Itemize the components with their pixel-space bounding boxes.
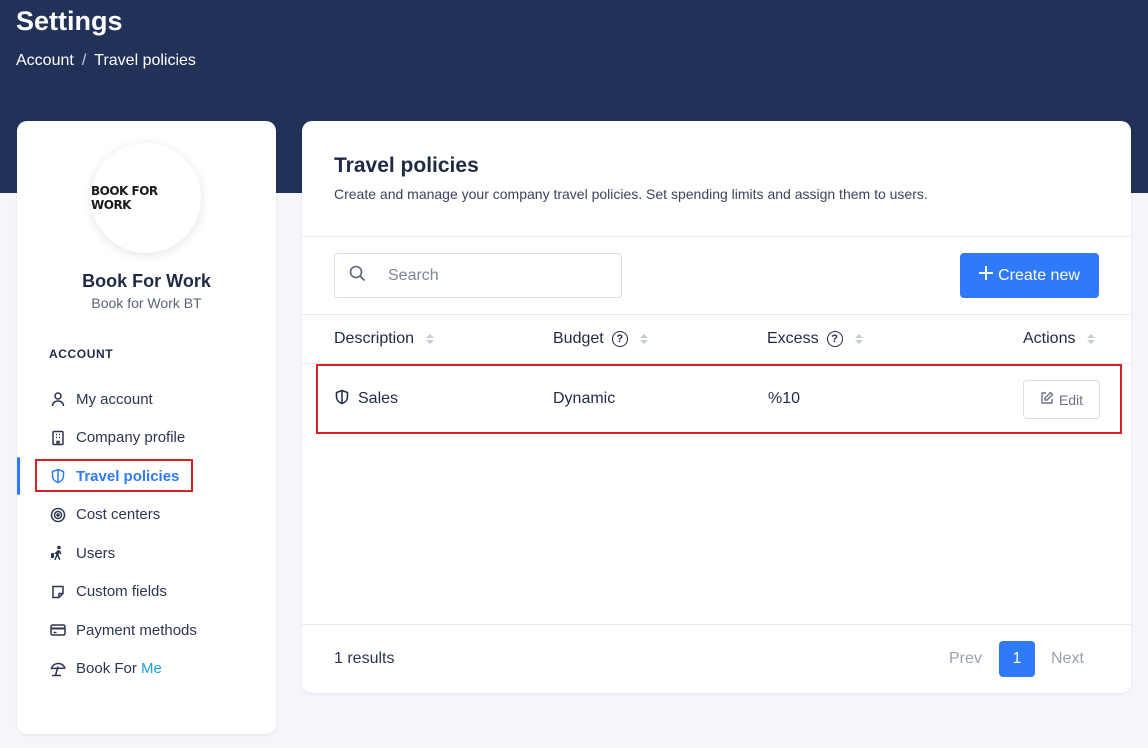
edit-button[interactable]: Edit (1023, 380, 1100, 419)
section-title: Travel policies (334, 154, 479, 177)
sidebar-item-label: Cost centers (76, 506, 161, 524)
sidebar-item-cost-centers[interactable]: Cost centers (17, 496, 276, 535)
divider (302, 624, 1131, 625)
cell-budget: Dynamic (553, 390, 616, 407)
sidebar-item-travel-policies[interactable]: Travel policies (17, 457, 276, 496)
column-label: Description (334, 330, 415, 347)
cell-excess: %10 (768, 390, 801, 407)
breadcrumb: Account / Travel policies (16, 52, 196, 70)
sidebar-item-custom-fields[interactable]: Custom fields (17, 573, 276, 612)
column-header-excess[interactable]: Excess ? (767, 314, 863, 364)
section-description: Create and manage your company travel po… (334, 186, 928, 202)
sidebar-item-label: Custom fields (76, 583, 167, 601)
table-row[interactable]: Sales Dynamic %10 Edit (316, 364, 1122, 434)
pagination-page-1[interactable]: 1 (999, 641, 1035, 677)
pagination-next[interactable]: Next (1051, 641, 1084, 677)
company-logo: BOOK FOR WORK (91, 143, 201, 253)
sidebar-item-label: Travel policies (76, 467, 180, 485)
edit-label: Edit (1058, 391, 1084, 408)
shield-icon (50, 468, 66, 484)
breadcrumb-travel-policies: Travel policies (94, 52, 196, 69)
column-header-actions[interactable]: Actions (1023, 314, 1096, 364)
user-icon (50, 391, 66, 407)
sidebar-item-label: My account (76, 390, 153, 408)
sidebar-item-label: Company profile (76, 429, 186, 447)
help-icon[interactable]: ? (611, 331, 628, 347)
create-new-button[interactable]: Create new (960, 253, 1099, 298)
section-label-account: ACCOUNT (49, 347, 114, 361)
policy-name: Sales (358, 390, 399, 407)
company-name: Book For Work (82, 271, 211, 291)
note-icon (50, 584, 66, 600)
search-icon (349, 265, 366, 287)
column-label: Budget (553, 330, 604, 347)
breadcrumb-account[interactable]: Account (16, 52, 74, 70)
sort-icon (1087, 334, 1096, 344)
column-label: Excess (767, 330, 819, 347)
sidebar-item-label: Payment methods (76, 621, 197, 639)
sort-icon (854, 334, 863, 344)
shield-icon (334, 389, 350, 410)
search-box[interactable] (334, 253, 622, 298)
column-header-description[interactable]: Description (334, 314, 435, 364)
pagination-prev[interactable]: Prev (949, 641, 982, 677)
sidebar-item-users[interactable]: Users (17, 534, 276, 573)
sidebar-item-label: Book For Me (76, 660, 162, 677)
company-subtitle: Book for Work BT (91, 295, 202, 311)
divider (302, 236, 1131, 237)
breadcrumb-separator: / (81, 52, 87, 69)
edit-icon (1040, 391, 1054, 408)
table-header: Description Budget ? Excess ? Actions (302, 314, 1131, 364)
sort-icon (639, 334, 648, 344)
page-title: Settings (16, 6, 123, 36)
plus-icon (979, 266, 994, 285)
sidebar-item-company-profile[interactable]: Company profile (17, 419, 276, 458)
sidebar-item-label: Users (76, 544, 116, 562)
sidebar-item-label-accent: Me (141, 660, 162, 678)
sidebar-item-label-text: Book For (76, 660, 142, 678)
sidebar-item-my-account[interactable]: My account (17, 380, 276, 419)
building-icon (50, 430, 66, 446)
column-label: Actions (1023, 330, 1076, 347)
sidebar-item-payment-methods[interactable]: Payment methods (17, 611, 276, 650)
cell-description: Sales (334, 366, 398, 432)
beach-umbrella-icon (50, 661, 66, 677)
sidebar-item-book-for-me[interactable]: Book For Me (17, 650, 276, 689)
help-icon[interactable]: ? (826, 331, 843, 347)
logo-text: BOOK FOR WORK (91, 184, 158, 212)
column-header-budget[interactable]: Budget ? (553, 314, 648, 364)
sort-icon (426, 334, 435, 344)
sidebar: BOOK FOR WORK Book For Work Book for Wor… (17, 121, 276, 734)
sidebar-nav: My account Company profile Travel polici… (17, 380, 276, 688)
results-count: 1 results (334, 650, 395, 667)
traveler-icon (50, 545, 66, 561)
travel-policies-card: Travel policies Create and manage your c… (302, 121, 1131, 693)
search-input[interactable] (388, 266, 608, 285)
credit-card-icon (50, 622, 66, 638)
target-icon (50, 507, 66, 523)
create-new-label: Create new (998, 266, 1080, 284)
